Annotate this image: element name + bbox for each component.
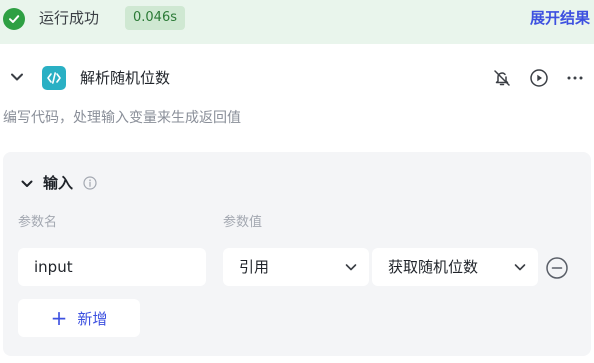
success-check-icon bbox=[3, 8, 25, 30]
chevron-down-icon bbox=[512, 259, 528, 275]
param-name-input[interactable]: input bbox=[18, 248, 206, 286]
bell-off-icon[interactable] bbox=[492, 68, 512, 88]
plus-icon: + bbox=[50, 306, 68, 330]
param-name-column-label: 参数名 bbox=[18, 215, 58, 230]
info-icon[interactable] bbox=[83, 175, 97, 190]
run-status-text: 运行成功 bbox=[39, 9, 100, 27]
reference-selected: 获取随机位数 bbox=[388, 258, 479, 276]
value-type-selected: 引用 bbox=[239, 258, 270, 276]
node-description: 编写代码，处理输入变量来生成返回值 bbox=[3, 110, 241, 126]
param-value-column-label: 参数值 bbox=[223, 215, 263, 230]
add-param-button[interactable]: + 新增 bbox=[18, 299, 140, 337]
section-collapse-chevron-icon[interactable] bbox=[19, 176, 35, 192]
node-header: 解析随机位数 bbox=[0, 52, 594, 102]
input-section-title: 输入 bbox=[43, 174, 74, 192]
collapse-chevron-icon[interactable] bbox=[8, 68, 26, 86]
play-icon[interactable] bbox=[529, 68, 549, 88]
run-status-bar: 运行成功 0.046s 展开结果 bbox=[0, 0, 594, 44]
more-icon[interactable] bbox=[565, 68, 585, 88]
input-section: 输入 参数名 参数值 input 引用 获取随机位数 + 新增 bbox=[3, 152, 591, 356]
chevron-down-icon bbox=[343, 259, 359, 275]
value-type-select[interactable]: 引用 bbox=[223, 248, 369, 286]
expand-results-link[interactable]: 展开结果 bbox=[530, 8, 590, 28]
reference-select[interactable]: 获取随机位数 bbox=[372, 248, 538, 286]
code-node-icon bbox=[42, 66, 66, 90]
duration-badge: 0.046s bbox=[125, 6, 185, 30]
add-param-label: 新增 bbox=[77, 309, 108, 328]
remove-row-icon[interactable] bbox=[545, 256, 569, 280]
node-title: 解析随机位数 bbox=[80, 69, 171, 87]
